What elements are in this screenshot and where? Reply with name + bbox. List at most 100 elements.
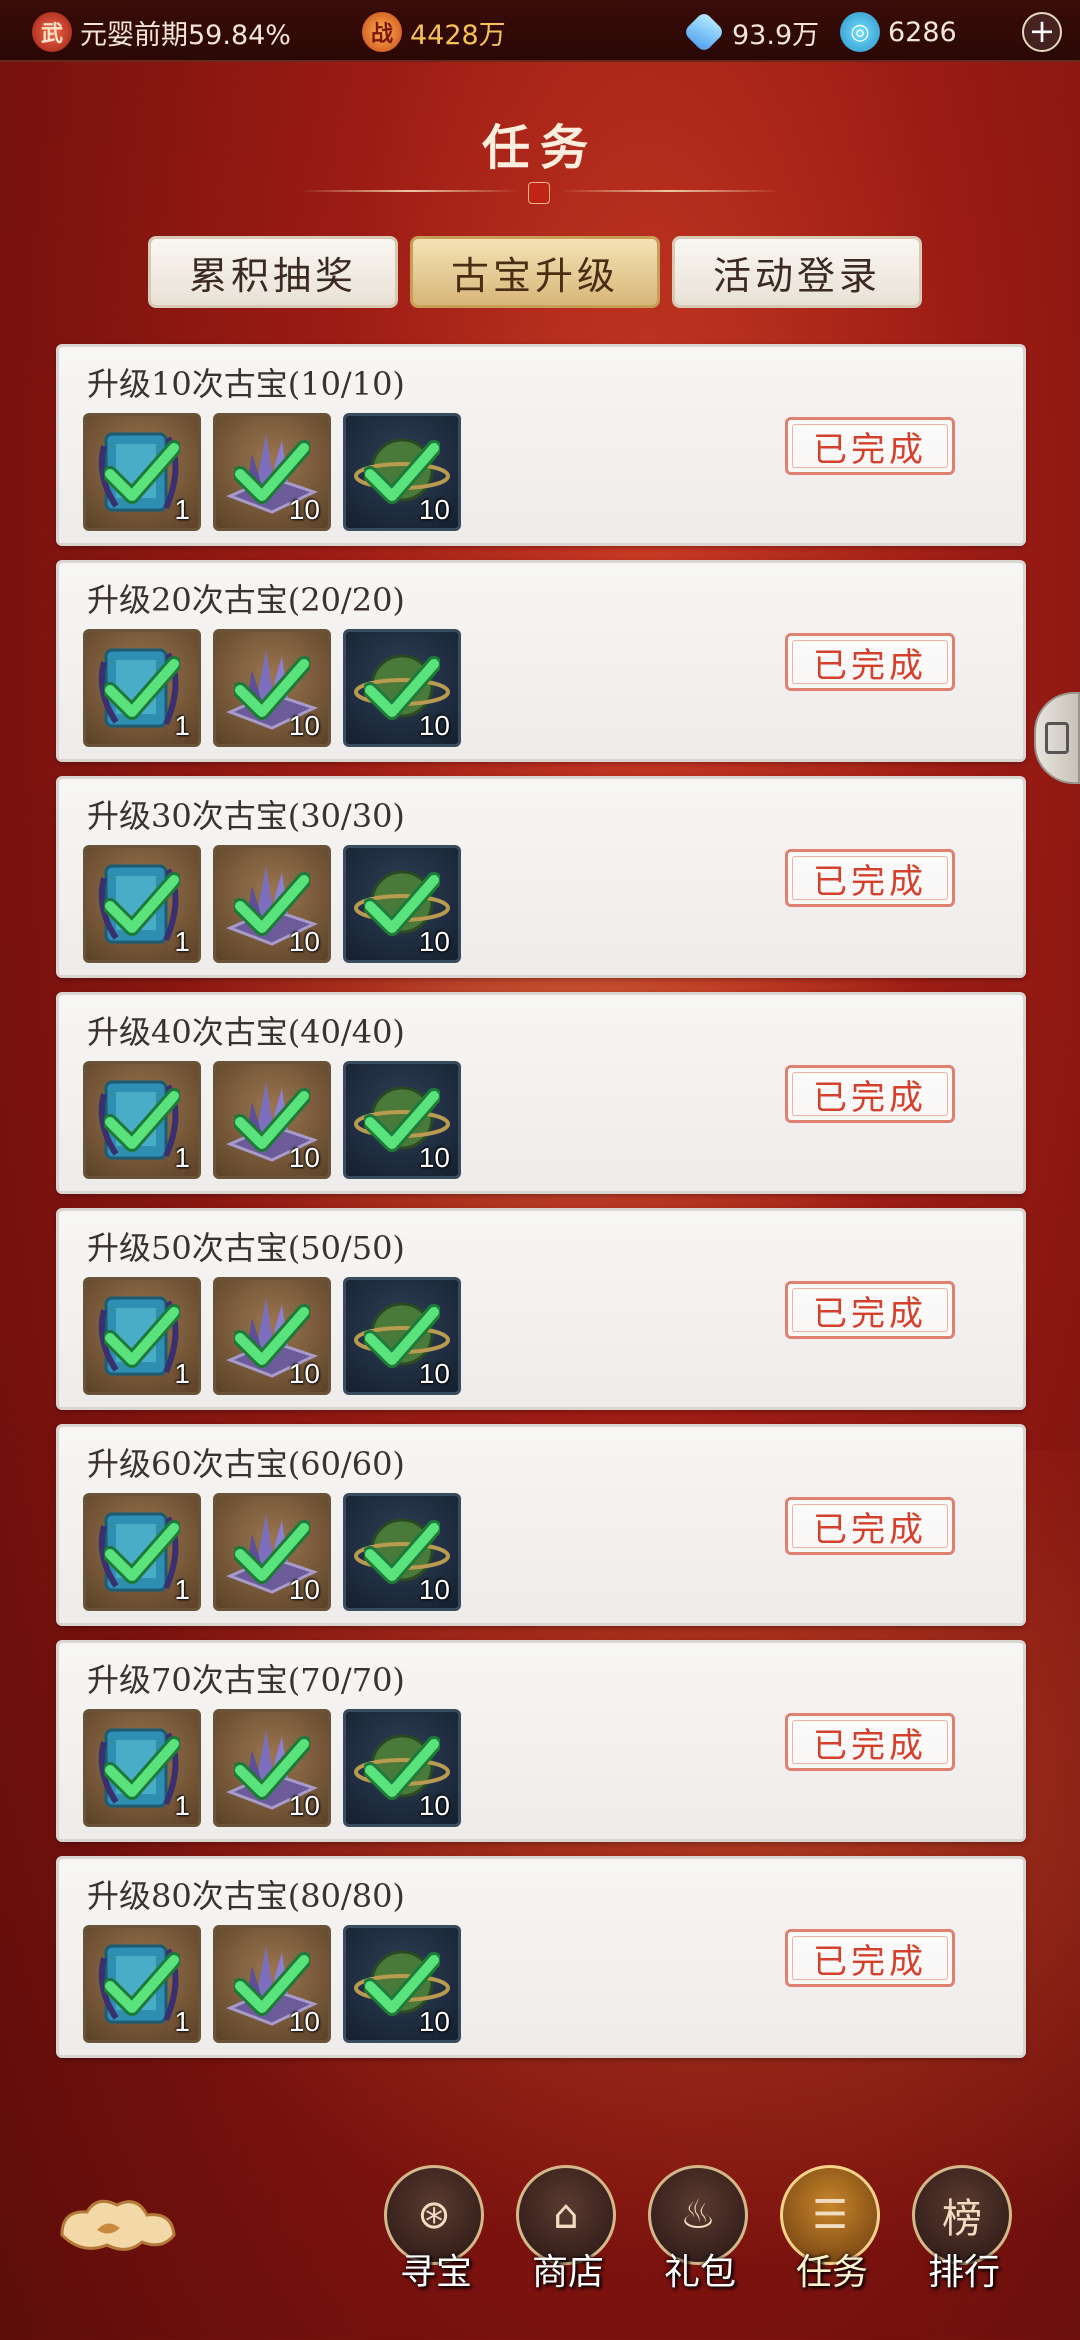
nav-treasure-hunt[interactable]: ⊛ 寻宝 — [384, 2165, 488, 2295]
bottom-nav: ⊛ 寻宝 ⌂ 商店 ♨ 礼包 ☰ 任务 榜 排行 — [384, 2165, 1016, 2295]
reward-list: 1 10 10 — [83, 1061, 461, 1179]
reward-count: 10 — [418, 1790, 450, 1821]
crystal-cluster-reward[interactable]: 10 — [213, 413, 331, 531]
reward-count: 1 — [174, 2006, 190, 2037]
scroll-treasure-reward[interactable]: 1 — [83, 1493, 201, 1611]
task-title: 升级50次古宝(50/50) — [87, 1229, 405, 1267]
planet-orb-reward[interactable]: 10 — [343, 1061, 461, 1179]
reward-count: 1 — [174, 926, 190, 957]
completed-stamp: 已完成 — [785, 849, 955, 907]
task-title: 升级80次古宝(80/80) — [87, 1877, 405, 1915]
task-title: 升级40次古宝(40/40) — [87, 1013, 405, 1051]
reward-count: 10 — [288, 1790, 320, 1821]
add-currency-button[interactable]: + — [1022, 12, 1062, 52]
planet-orb-reward[interactable]: 10 — [343, 1925, 461, 2043]
reward-count: 1 — [174, 1142, 190, 1173]
nav-label: 礼包 — [663, 2252, 736, 2293]
power-value: 4428万 — [410, 19, 506, 51]
tab-cumulative-draw[interactable]: 累积抽奖 — [148, 236, 398, 308]
check-icon — [104, 1304, 180, 1368]
crystal-cluster-reward[interactable]: 10 — [213, 1925, 331, 2043]
tab-treasure-upgrade[interactable]: 古宝升级 — [410, 236, 660, 308]
reward-list: 1 10 10 — [83, 1709, 461, 1827]
swirl-currency-icon: ◎ — [840, 12, 880, 52]
reward-count: 10 — [418, 1574, 450, 1605]
check-icon — [104, 872, 180, 936]
title-divider-right — [560, 190, 780, 192]
page-title: 任务 — [481, 120, 598, 176]
scroll-treasure-reward[interactable]: 1 — [83, 1709, 201, 1827]
reward-count: 10 — [288, 926, 320, 957]
reward-list: 1 10 10 — [83, 1493, 461, 1611]
reward-count: 1 — [174, 1790, 190, 1821]
crystal-cluster-reward[interactable]: 10 — [213, 1709, 331, 1827]
crystal-cluster-reward[interactable]: 10 — [213, 1061, 331, 1179]
task-title: 升级30次古宝(30/30) — [87, 797, 405, 835]
tab-event-login[interactable]: 活动登录 — [672, 236, 922, 308]
task-title: 升级20次古宝(20/20) — [87, 581, 405, 619]
crystal-cluster-reward[interactable]: 10 — [213, 845, 331, 963]
check-icon — [104, 1088, 180, 1152]
reward-count: 10 — [288, 1358, 320, 1389]
reward-count: 1 — [174, 494, 190, 525]
reward-count: 10 — [418, 2006, 450, 2037]
nav-tasks[interactable]: ☰ 任务 — [780, 2165, 884, 2295]
task-card: 升级50次古宝(50/50) 1 10 10 已完成 — [56, 1208, 1026, 1410]
reward-list: 1 10 10 — [83, 629, 461, 747]
completed-stamp: 已完成 — [785, 417, 955, 475]
completed-stamp: 已完成 — [785, 1497, 955, 1555]
planet-orb-reward[interactable]: 10 — [343, 1709, 461, 1827]
scroll-treasure-reward[interactable]: 1 — [83, 413, 201, 531]
scroll-treasure-reward[interactable]: 1 — [83, 845, 201, 963]
scroll-treasure-reward[interactable]: 1 — [83, 1925, 201, 2043]
crystal-value: 93.9万 — [732, 19, 820, 51]
task-card: 升级20次古宝(20/20) 1 10 10 已完成 — [56, 560, 1026, 762]
realm-icon: 武 — [32, 12, 72, 52]
reward-count: 10 — [418, 1358, 450, 1389]
panel-icon — [1045, 722, 1069, 754]
reward-list: 1 10 10 — [83, 1277, 461, 1395]
auspicious-cloud-icon — [60, 2199, 176, 2251]
realm-indicator: 武 元婴前期59.84% — [32, 10, 291, 54]
nav-shop[interactable]: ⌂ 商店 — [516, 2165, 620, 2295]
reward-list: 1 10 10 — [83, 1925, 461, 2043]
reward-count: 1 — [174, 1574, 190, 1605]
crystal-cluster-reward[interactable]: 10 — [213, 1277, 331, 1395]
completed-stamp: 已完成 — [785, 1065, 955, 1123]
planet-orb-reward[interactable]: 10 — [343, 413, 461, 531]
crystal-cluster-reward[interactable]: 10 — [213, 1493, 331, 1611]
nav-ranking[interactable]: 榜 排行 — [912, 2165, 1016, 2295]
check-icon — [104, 440, 180, 504]
reward-count: 10 — [288, 2006, 320, 2037]
nav-label: 商店 — [531, 2252, 604, 2293]
reward-count: 10 — [418, 926, 450, 957]
title-divider-left — [300, 190, 520, 192]
reward-count: 1 — [174, 710, 190, 741]
reward-count: 10 — [418, 494, 450, 525]
side-panel-toggle[interactable] — [1034, 692, 1080, 784]
scroll-treasure-reward[interactable]: 1 — [83, 629, 201, 747]
nav-label: 排行 — [927, 2252, 1000, 2293]
task-card: 升级80次古宝(80/80) 1 10 10 已完成 — [56, 1856, 1026, 2058]
crystal-cluster-reward[interactable]: 10 — [213, 629, 331, 747]
scroll-treasure-reward[interactable]: 1 — [83, 1277, 201, 1395]
check-icon — [104, 1520, 180, 1584]
planet-orb-reward[interactable]: 10 — [343, 629, 461, 747]
tab-bar: 累积抽奖 古宝升级 活动登录 — [148, 236, 922, 308]
reward-list: 1 10 10 — [83, 845, 461, 963]
power-indicator: 战 4428万 — [362, 10, 506, 54]
reward-count: 10 — [288, 494, 320, 525]
reward-count: 10 — [288, 710, 320, 741]
nav-gift-bag[interactable]: ♨ 礼包 — [648, 2165, 752, 2295]
task-card: 升级10次古宝(10/10) 1 10 10 已完成 — [56, 344, 1026, 546]
scroll-treasure-reward[interactable]: 1 — [83, 1061, 201, 1179]
task-card: 升级70次古宝(70/70) 1 10 10 已完成 — [56, 1640, 1026, 1842]
crystal-indicator: 93.9万 — [682, 10, 820, 54]
planet-orb-reward[interactable]: 10 — [343, 1277, 461, 1395]
combat-power-icon: 战 — [362, 12, 402, 52]
planet-orb-reward[interactable]: 10 — [343, 1493, 461, 1611]
task-card: 升级40次古宝(40/40) 1 10 10 已完成 — [56, 992, 1026, 1194]
completed-stamp: 已完成 — [785, 1281, 955, 1339]
completed-stamp: 已完成 — [785, 1713, 955, 1771]
planet-orb-reward[interactable]: 10 — [343, 845, 461, 963]
